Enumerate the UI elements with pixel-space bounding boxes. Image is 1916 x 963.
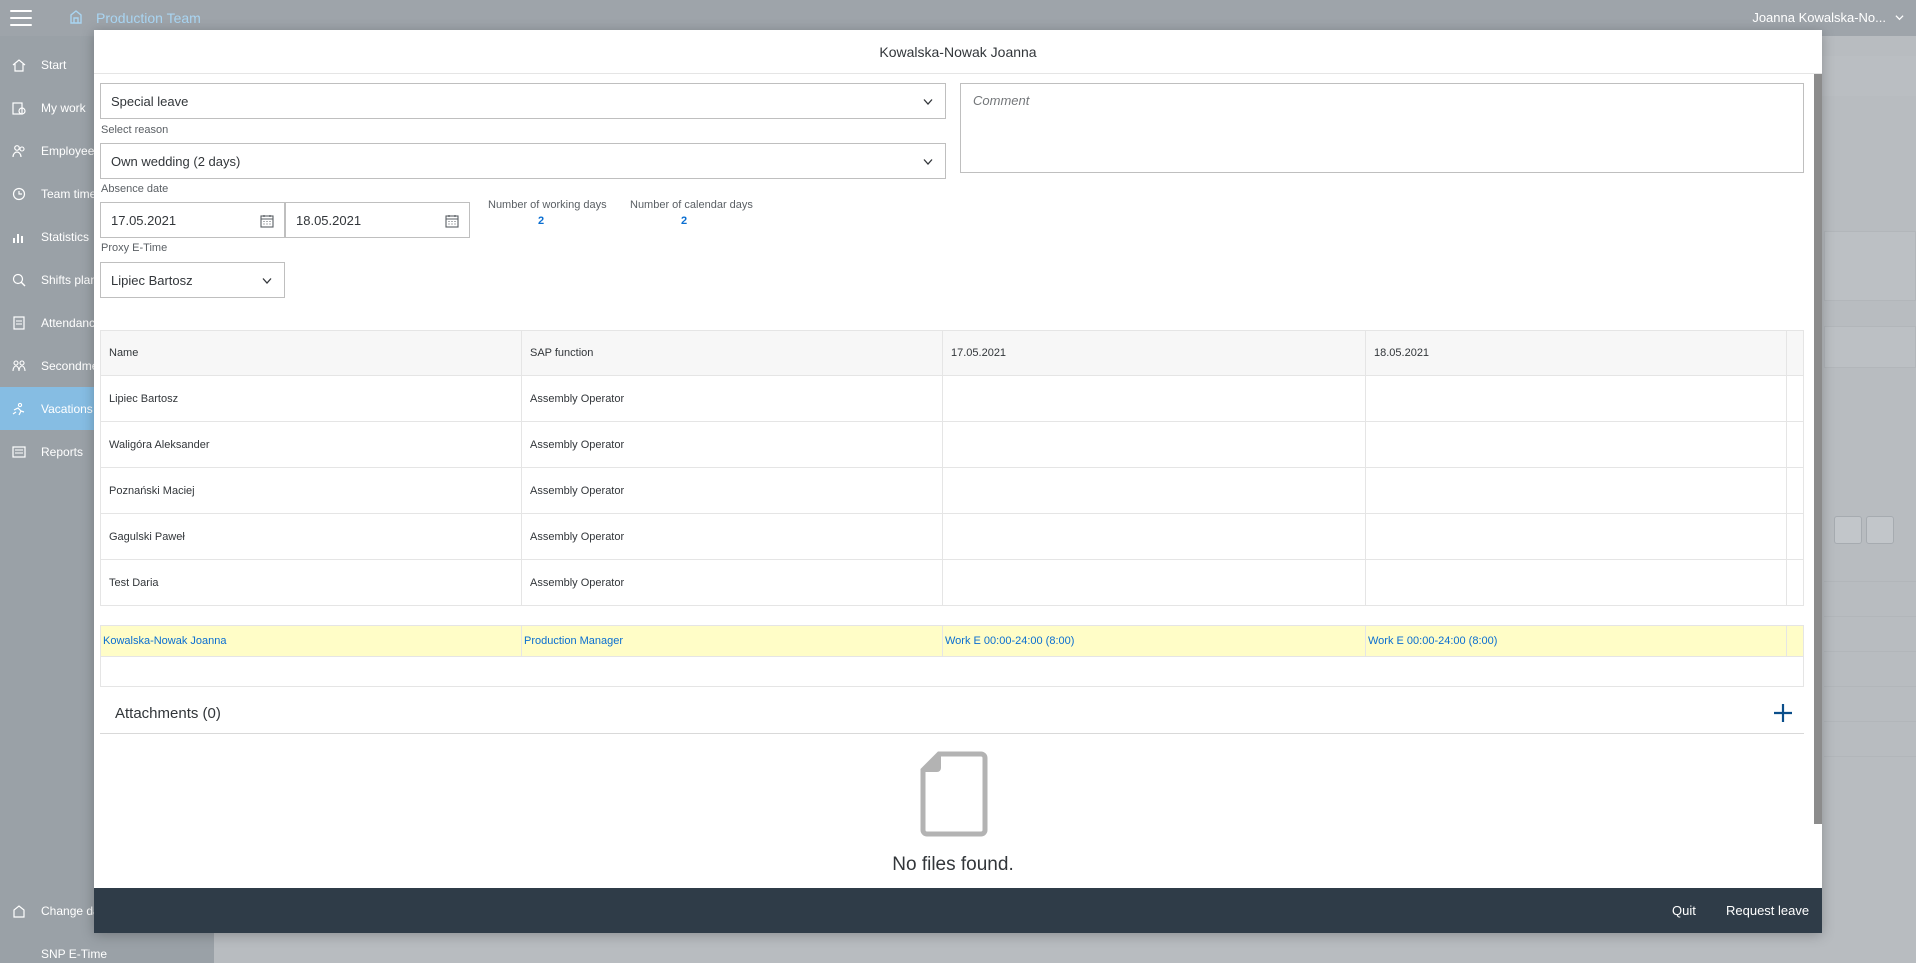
cell-sap-function: Production Manager [522,626,943,656]
table-header: Name SAP function 17.05.2021 18.05.2021 [100,330,1804,376]
reason-label: Select reason [101,124,169,136]
cell-date-2[interactable] [1366,422,1787,467]
date-from-input[interactable] [101,203,284,237]
date-to-input[interactable] [286,203,469,237]
sidebar-item-snp-etime[interactable]: SNP E-Time [0,932,214,963]
cell-sap-function: Assembly Operator [522,376,943,421]
column-header-sap-function[interactable]: SAP function [522,331,943,375]
leave-type-select[interactable]: Special leave [100,83,946,119]
statistics-icon [13,233,23,243]
reason-select[interactable]: Own wedding (2 days) [100,143,946,179]
change-data-icon [13,904,25,918]
column-header-date-2[interactable]: 18.05.2021 [1366,331,1787,375]
leave-request-dialog: Kowalska-Nowak Joanna Special leave Sele… [94,30,1822,933]
chevron-down-icon [262,278,272,284]
background-card [1824,326,1916,368]
cell-date-2[interactable] [1366,560,1787,605]
cell-name: Lipiec Bartosz [101,376,522,421]
table-row[interactable]: Gagulski Paweł Assembly Operator [100,514,1804,560]
home-icon [12,58,26,72]
calendar-days-value: 2 [681,215,688,227]
secondment-icon [12,359,26,371]
calendar-icon[interactable] [260,214,274,228]
contact-card-icon [1866,516,1894,544]
calendar-icon[interactable] [445,214,459,228]
reports-icon [12,445,26,458]
cell-date-1[interactable] [943,376,1366,421]
attachments-title: Attachments (0) [115,705,221,722]
chevron-down-icon [923,99,933,105]
comment-input[interactable] [961,84,1803,172]
column-header-date-1[interactable]: 17.05.2021 [943,331,1366,375]
absence-date-label: Absence date [101,183,169,195]
cell-date-2: Work E 00:00-24:00 (8:00) [1366,626,1787,656]
table-row[interactable]: Poznański Maciej Assembly Operator [100,468,1804,514]
cell-name: Test Daria [101,560,522,605]
search-document-icon [1834,516,1862,544]
team-icon [70,10,82,24]
attendance-icon [13,315,25,330]
add-attachment-icon[interactable] [1772,702,1794,724]
user-menu[interactable]: Joanna Kowalska-No... [1752,10,1886,25]
background-grid-line [1824,651,1916,652]
cell-name: Kowalska-Nowak Joanna [101,626,522,656]
background-card [1824,231,1916,301]
app-title: Production Team [96,10,201,26]
scrollbar-thumb[interactable] [1814,74,1822,824]
column-header-name[interactable]: Name [101,331,522,375]
cell-date-1[interactable] [943,422,1366,467]
proxy-label: Proxy E-Time [101,242,168,254]
employees-icon [12,144,25,157]
dialog-footer: Quit Request leave [94,888,1822,933]
vacations-icon [12,402,25,415]
cell-date-1: Work E 00:00-24:00 (8:00) [943,626,1366,656]
current-user-row[interactable]: Kowalska-Nowak Joanna Production Manager… [100,625,1804,657]
cell-sap-function: Assembly Operator [522,560,943,605]
cell-date-2[interactable] [1366,514,1787,559]
table-row[interactable]: Test Daria Assembly Operator [100,560,1804,606]
request-leave-button[interactable]: Request leave [1726,888,1809,933]
background-grid-line [1824,581,1916,582]
date-to-field[interactable] [285,202,470,238]
cell-sap-function: Assembly Operator [522,468,943,513]
cell-sap-function: Assembly Operator [522,422,943,467]
background-grid-line [1824,756,1916,757]
table-row[interactable]: Waligóra Aleksander Assembly Operator [100,422,1804,468]
working-days-value: 2 [538,215,545,227]
background-grid-line [1824,721,1916,722]
empty-row [100,657,1804,687]
quit-button[interactable]: Quit [1672,888,1696,933]
menu-icon[interactable] [10,10,32,26]
cell-sap-function: Assembly Operator [522,514,943,559]
cell-name: Waligóra Aleksander [101,422,522,467]
background-grid-line [1824,686,1916,687]
comment-field[interactable] [960,83,1804,173]
cell-name: Poznański Maciej [101,468,522,513]
attachments-divider [100,733,1804,734]
cell-date-1[interactable] [943,560,1366,605]
cell-date-1[interactable] [943,468,1366,513]
working-days-label: Number of working days [488,199,607,211]
proxy-select[interactable]: Lipiec Bartosz [100,262,285,298]
cell-date-2[interactable] [1366,468,1787,513]
dialog-title: Kowalska-Nowak Joanna [94,30,1822,74]
shifts-icon [12,273,26,286]
team-time-icon [12,187,26,200]
cell-name: Gagulski Paweł [101,514,522,559]
table-row[interactable]: Lipiec Bartosz Assembly Operator [100,376,1804,422]
chevron-down-icon [923,159,933,165]
no-files-text: No files found. [892,854,1014,875]
work-icon [12,101,26,115]
chevron-down-icon[interactable] [1895,13,1904,22]
background-grid-line [1824,616,1916,617]
cell-date-1[interactable] [943,514,1366,559]
date-from-field[interactable] [100,202,285,238]
document-icon [920,751,988,837]
cell-date-2[interactable] [1366,376,1787,421]
calendar-days-label: Number of calendar days [630,199,753,211]
